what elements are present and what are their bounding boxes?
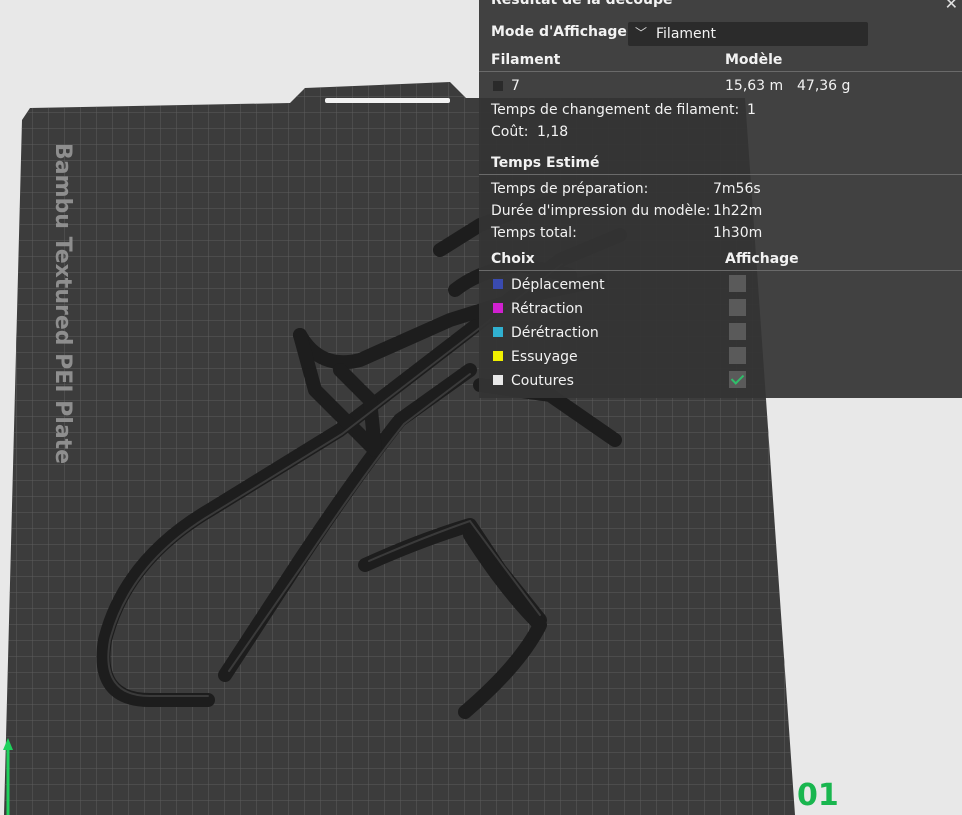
total-time-label: Temps total: [491, 225, 577, 241]
change-time-label: Temps de changement de filament: [491, 102, 740, 118]
mode-dropdown[interactable]: ﹀ Filament [628, 22, 868, 46]
cost-value: 1,18 [537, 124, 569, 140]
option-checkbox[interactable] [729, 347, 746, 364]
options-header: Choix [491, 251, 535, 267]
plate-handle [325, 98, 450, 103]
travel-color-swatch [493, 279, 503, 289]
panel-title: Résultat de la découpe [491, 0, 673, 8]
close-icon[interactable]: ✕ [945, 0, 958, 13]
option-label: Dérétraction [511, 325, 599, 341]
chevron-down-icon: ﹀ [635, 26, 648, 40]
mode-dropdown-value: Filament [656, 26, 717, 42]
col-model-header: Modèle [725, 52, 783, 68]
estimated-time-header: Temps Estimé [491, 155, 600, 171]
filament-color-swatch [493, 81, 503, 91]
wipe-color-swatch [493, 351, 503, 361]
filament-weight: 47,36 g [797, 78, 851, 94]
option-checkbox[interactable] [729, 299, 746, 316]
prep-time-label: Temps de préparation: [491, 181, 649, 197]
slicing-result-panel: Résultat de la découpe ✕ Mode d'Affichag… [479, 0, 962, 398]
col-filament-header: Filament [491, 52, 561, 68]
retraction-color-swatch [493, 303, 503, 313]
prep-time-value: 7m56s [713, 181, 761, 197]
plate-label: Bambu Textured PEI Plate [50, 143, 75, 464]
seams-color-swatch [493, 375, 503, 385]
estimated-divider [479, 174, 962, 175]
cost-label: Coût: [491, 124, 529, 140]
table-divider [479, 71, 962, 72]
change-time-value: 1 [747, 102, 756, 118]
option-checkbox[interactable] [729, 323, 746, 340]
option-checkbox-checked[interactable] [729, 371, 746, 388]
options-divider [479, 270, 962, 271]
total-time-value: 1h30m [713, 225, 763, 241]
option-checkbox[interactable] [729, 275, 746, 292]
print-time-value: 1h22m [713, 203, 763, 219]
deretraction-color-swatch [493, 327, 503, 337]
plate-number[interactable]: 01 [797, 778, 839, 813]
filament-length: 15,63 m [725, 78, 784, 94]
print-time-label: Durée d'impression du modèle: [491, 203, 711, 219]
option-label: Coutures [511, 373, 574, 389]
display-header: Affichage [725, 251, 799, 267]
option-label: Essuyage [511, 349, 578, 365]
option-label: Rétraction [511, 301, 584, 317]
option-label: Déplacement [511, 277, 605, 293]
mode-label: Mode d'Affichage [491, 24, 627, 40]
filament-id: 7 [511, 78, 520, 94]
